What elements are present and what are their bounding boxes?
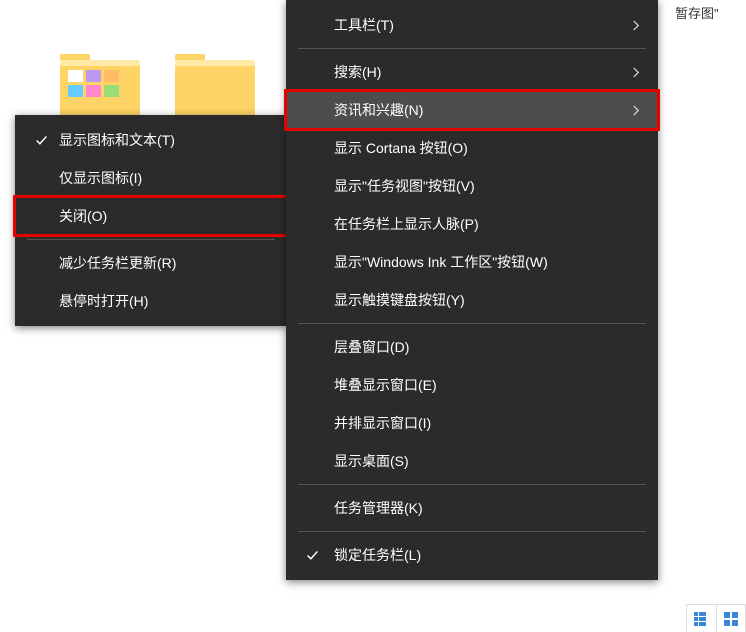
mainmenu-item[interactable]: 堆叠显示窗口(E) [286,366,658,404]
mainmenu-item[interactable]: 工具栏(T) [286,6,658,44]
mainmenu-item[interactable]: 显示"Windows Ink 工作区"按钮(W) [286,243,658,281]
menu-item-label: 显示图标和文本(T) [59,130,259,150]
menu-item-label: 任务管理器(K) [334,498,630,518]
chevron-right-icon [630,19,642,32]
mainmenu-item[interactable]: 搜索(H) [286,53,658,91]
chevron-right-icon [630,66,642,79]
mainmenu-item[interactable]: 显示 Cortana 按钮(O) [286,129,658,167]
view-large-icons-button[interactable] [717,605,746,632]
mainmenu-separator [298,531,646,532]
menu-item-label: 在任务栏上显示人脉(P) [334,214,630,234]
menu-item-label: 仅显示图标(I) [59,168,259,188]
submenu-item[interactable]: 仅显示图标(I) [15,159,287,197]
menu-item-label: 悬停时打开(H) [59,291,259,311]
menu-item-label: 资讯和兴趣(N) [334,100,630,120]
mainmenu-separator [298,48,646,49]
mainmenu-item[interactable]: 锁定任务栏(L) [286,536,658,574]
menu-item-label: 搜索(H) [334,62,630,82]
menu-item-label: 工具栏(T) [334,15,630,35]
menu-item-label: 锁定任务栏(L) [334,545,630,565]
submenu-item[interactable]: 悬停时打开(H) [15,282,287,320]
menu-item-label: 堆叠显示窗口(E) [334,375,630,395]
chevron-right-icon [630,104,642,117]
submenu-item[interactable]: 显示图标和文本(T) [15,121,287,159]
menu-item-label: 显示"任务视图"按钮(V) [334,176,630,196]
large-icons-view-icon [724,612,738,626]
submenu-item[interactable]: 关闭(O) [15,197,287,235]
mainmenu-item[interactable]: 显示触摸键盘按钮(Y) [286,281,658,319]
menu-item-label: 显示 Cortana 按钮(O) [334,138,630,158]
menu-item-label: 显示桌面(S) [334,451,630,471]
mainmenu-item[interactable]: 层叠窗口(D) [286,328,658,366]
explorer-view-switch [686,604,746,632]
menu-item-label: 关闭(O) [59,206,259,226]
taskbar-context-menu: 工具栏(T) 搜索(H) 资讯和兴趣(N) 显示 Cortana 按钮(O) 显示"任务… [286,0,658,580]
check-icon [306,549,334,562]
mainmenu-item[interactable]: 资讯和兴趣(N) [286,91,658,129]
menu-item-label: 并排显示窗口(I) [334,413,630,433]
background-file-label: 暂存图" [675,3,719,22]
mainmenu-separator [298,484,646,485]
news-interests-submenu: 显示图标和文本(T) 仅显示图标(I) 关闭(O) 减少任务栏更新(R) 悬停时打开(H… [15,115,287,326]
mainmenu-item[interactable]: 在任务栏上显示人脉(P) [286,205,658,243]
menu-item-label: 显示触摸键盘按钮(Y) [334,290,630,310]
submenu-item[interactable]: 减少任务栏更新(R) [15,244,287,282]
mainmenu-item[interactable]: 显示"任务视图"按钮(V) [286,167,658,205]
menu-item-label: 显示"Windows Ink 工作区"按钮(W) [334,252,630,272]
menu-item-label: 减少任务栏更新(R) [59,253,259,273]
view-details-button[interactable] [687,605,717,632]
mainmenu-separator [298,323,646,324]
submenu-separator [27,239,275,240]
check-icon [35,134,59,147]
mainmenu-item[interactable]: 并排显示窗口(I) [286,404,658,442]
details-view-icon [694,612,708,626]
mainmenu-item[interactable]: 任务管理器(K) [286,489,658,527]
mainmenu-item[interactable]: 显示桌面(S) [286,442,658,480]
menu-item-label: 层叠窗口(D) [334,337,630,357]
